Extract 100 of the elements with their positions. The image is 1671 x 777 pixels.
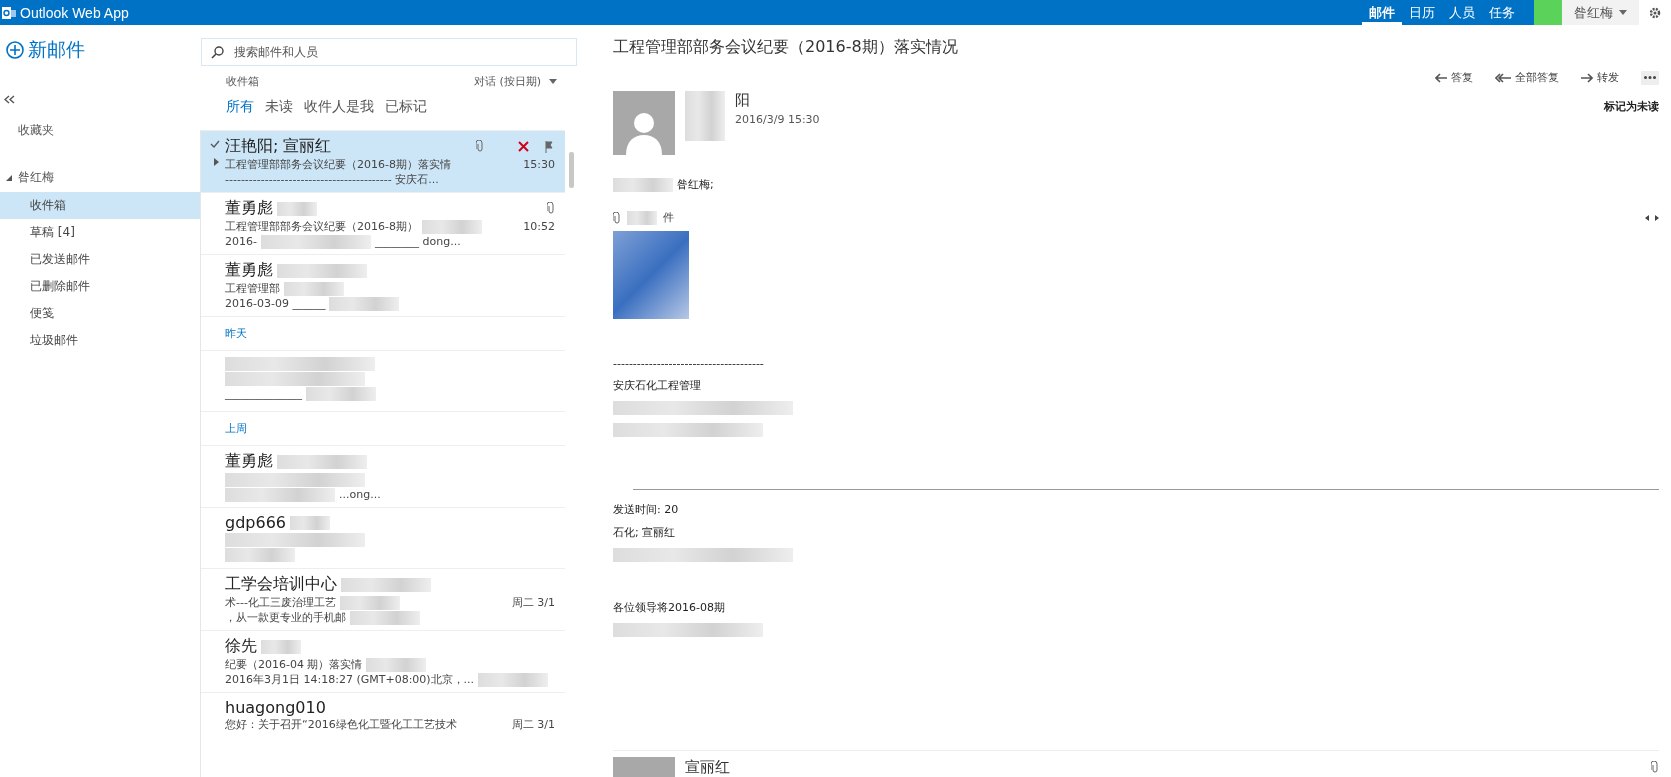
action-button[interactable]: 全部答复 — [1495, 70, 1559, 85]
more-dots-icon — [1644, 76, 1656, 79]
message-preview: ________ dong... — [374, 235, 461, 248]
paperclip-icon — [613, 211, 621, 224]
list-title: 收件箱 — [226, 74, 259, 89]
body-text: 安庆石化工程管理 — [613, 378, 702, 393]
message-preview: 2016年3月1日 14:18:27 (GMT+08:00)北京，... — [225, 672, 475, 687]
delete-icon[interactable] — [518, 141, 529, 152]
action-button[interactable]: 转发 — [1581, 70, 1619, 85]
double-left-arrow-icon — [1495, 72, 1511, 83]
message-time: 周二 3/1 — [511, 717, 555, 732]
message-time: 15:30 — [523, 158, 555, 171]
message-sender: 汪艳阳; 宣丽红 — [225, 136, 332, 157]
redacted-block — [627, 210, 657, 225]
expand-triangle-icon[interactable] — [214, 158, 219, 166]
redacted-block — [339, 595, 400, 610]
message-item[interactable]: 汪艳阳; 宣丽红 工程管理部部务会议纪要（2016-8期）落实情 15:30 ------------------------------------------ 安庆石... — [201, 130, 565, 192]
message-sender: 董勇彪 — [225, 198, 273, 219]
body-text: 发送时间: 20 — [613, 502, 680, 517]
recipients: 昝红梅; — [677, 177, 714, 192]
body-text: 石化; 宣丽红 — [613, 525, 677, 540]
settings-icon — [1649, 6, 1661, 19]
folder-item[interactable]: 草稿 [4] — [0, 219, 200, 246]
sender-name: 阳 — [735, 91, 751, 110]
double-chevron-left-icon — [4, 95, 15, 104]
message-sender: 工学会培训中心 — [225, 574, 337, 595]
message-sender: 董勇彪 — [225, 260, 273, 281]
filter-tab[interactable]: 已标记 — [385, 98, 427, 116]
body-text: -------------------------------------- — [613, 357, 765, 370]
message-subject: 工程管理部 — [225, 281, 280, 296]
message-title: 工程管理部部务会议纪要（2016-8期）落实情况 — [613, 37, 959, 58]
message-subject: 工程管理部部务会议纪要（2016-8期）落实情 — [225, 157, 451, 172]
flag-icon[interactable] — [545, 140, 555, 153]
new-mail-button[interactable]: 新邮件 — [0, 37, 200, 63]
redacted-block — [350, 610, 420, 625]
filter-tab[interactable]: 所有 — [226, 98, 254, 116]
search-field[interactable]: 搜索邮件和人员 — [201, 38, 577, 66]
status-indicator — [1534, 0, 1562, 25]
more-button[interactable] — [1641, 70, 1659, 85]
redacted-block — [329, 296, 400, 311]
nav-tab[interactable]: 日历 — [1402, 0, 1442, 25]
redacted-block — [290, 515, 330, 530]
sender-name: 宣丽红 — [685, 757, 730, 777]
filter-tab[interactable]: 未读 — [265, 98, 293, 116]
message-time: 10:52 — [523, 220, 555, 233]
message-sender: gdp666 — [225, 513, 286, 532]
message-time: 周二 3/1 — [511, 595, 555, 610]
search-icon — [211, 46, 224, 59]
message-sender: huagong010 — [225, 698, 326, 717]
message-subject: 工程管理部部务会议纪要（2016-8期） — [225, 219, 418, 234]
settings-button[interactable] — [1639, 0, 1671, 25]
plus-circle-icon — [6, 41, 24, 59]
app-title: Outlook Web App — [20, 4, 130, 21]
nav-tab[interactable]: 人员 — [1442, 0, 1482, 25]
message-preview: ，从一款更专业的手机邮 — [225, 610, 346, 625]
attachment-thumbnail[interactable] — [613, 231, 689, 319]
folder-group[interactable]: 昝红梅 — [6, 169, 200, 186]
check-icon[interactable] — [210, 140, 220, 148]
user-menu[interactable]: 昝红梅 — [1562, 0, 1639, 25]
redacted-block — [685, 91, 725, 141]
message-preview: ______________ — [225, 387, 302, 400]
filter-tab[interactable]: 收件人是我 — [304, 98, 374, 116]
message-preview: ...ong... — [339, 488, 381, 501]
folder-item[interactable]: 已删除邮件 — [0, 273, 200, 300]
caret-icon — [549, 79, 557, 84]
body-text: 各位领导将2016-08期 — [613, 600, 726, 615]
message-subject: 您好：关于召开“2016绿色化工暨化工工艺技术 — [225, 717, 457, 732]
paperclip-icon — [476, 140, 484, 152]
attachments-label: 件 — [663, 210, 674, 225]
avatar-placeholder — [613, 757, 675, 777]
caret-icon — [1619, 10, 1627, 15]
message-preview: 2016-03-09 ______ — [225, 297, 326, 310]
message-preview: 2016- — [225, 235, 257, 248]
sort-dropdown[interactable]: 对话 (按日期) — [473, 74, 557, 89]
message-preview: ------------------------------------------ 安庆石... — [225, 172, 439, 187]
expand-triangle-icon — [6, 174, 12, 181]
prev-next-arrows-icon[interactable] — [1645, 214, 1659, 221]
nav-tab[interactable]: 邮件 — [1362, 0, 1402, 25]
folder-item[interactable]: 垃圾邮件 — [0, 327, 200, 354]
message-subject: 纪要（2016-04 期）落实情 — [225, 657, 363, 672]
folder-item[interactable]: 已发送邮件 — [0, 246, 200, 273]
action-button[interactable]: 答复 — [1435, 70, 1473, 85]
folder-item[interactable]: 便笺 — [0, 300, 200, 327]
redacted-block — [277, 201, 317, 216]
mark-unread-link[interactable]: 标记为未读 — [1604, 99, 1659, 155]
message-subject: 术---化工三废治理工艺 — [225, 595, 336, 610]
paperclip-icon — [1651, 761, 1659, 773]
redacted-block — [478, 672, 549, 687]
message-sender: 徐先 — [225, 636, 257, 657]
paperclip-icon — [547, 202, 555, 214]
redacted-block — [284, 281, 344, 296]
redacted-block — [261, 639, 301, 654]
right-arrow-icon — [1581, 72, 1593, 83]
left-arrow-icon — [1435, 72, 1447, 83]
scrollbar-thumb[interactable] — [568, 152, 574, 188]
nav-tab[interactable]: 任务 — [1482, 0, 1522, 25]
redacted-block — [613, 177, 673, 192]
message-sender: 董勇彪 — [225, 451, 273, 472]
favorites-header[interactable]: 收藏夹 — [18, 122, 200, 139]
folder-item[interactable]: 收件箱 — [0, 192, 200, 219]
